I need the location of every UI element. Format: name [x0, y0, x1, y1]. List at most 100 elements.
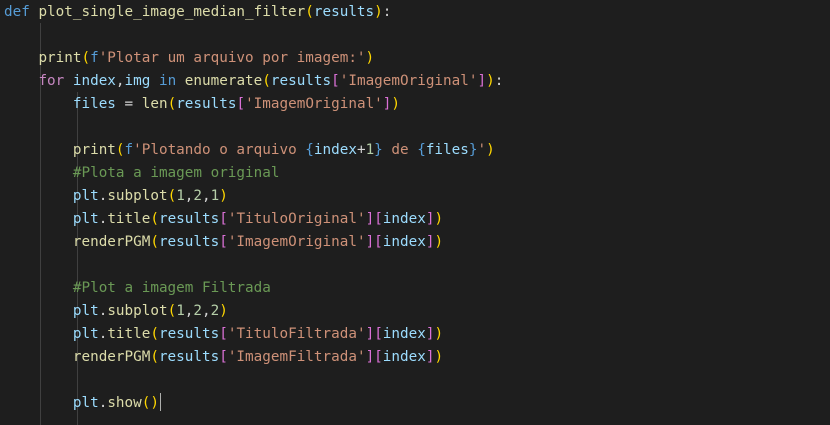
code-token: results: [176, 96, 237, 112]
code-token: 'Plotando o arquivo: [133, 142, 306, 158]
code-token: ): [374, 4, 383, 20]
code-token: results: [158, 326, 220, 342]
code-token: (: [150, 349, 159, 365]
code-token: plt: [72, 303, 99, 319]
code-token: results: [313, 4, 375, 20]
code-token: results: [158, 349, 220, 365]
code-token: (: [305, 4, 314, 20]
code-line-5[interactable]: files = len(results['ImagemOriginal']): [4, 93, 400, 116]
code-token: ): [365, 50, 375, 66]
code-token: #Plot a imagem Filtrada: [72, 280, 271, 296]
code-line-15[interactable]: plt.title(results['TituloFiltrada'][inde…: [4, 323, 443, 346]
code-token: index: [382, 349, 426, 365]
code-line-8[interactable]: #Plota a imagem original: [4, 162, 280, 185]
text-cursor: [160, 393, 161, 411]
code-token: img: [124, 73, 151, 89]
code-token: ]: [365, 211, 375, 227]
code-token: 1: [176, 188, 185, 204]
code-token: [: [236, 96, 246, 112]
code-token: [: [219, 349, 228, 365]
code-token: (: [150, 326, 159, 342]
code-token: ]: [477, 73, 487, 89]
code-token: (: [167, 188, 177, 204]
code-token: =: [115, 96, 142, 112]
code-token: index: [72, 73, 116, 89]
code-token: ): [434, 326, 444, 342]
code-token: 'ImagemOriginal': [339, 73, 478, 89]
code-token: def: [4, 4, 30, 20]
code-token: [: [219, 211, 228, 227]
code-token: results: [158, 211, 220, 227]
code-token: ): [219, 188, 228, 204]
code-line-10[interactable]: plt.title(results['TituloOriginal'][inde…: [4, 208, 443, 231]
code-token: #Plota a imagem original: [72, 165, 280, 181]
code-line-16[interactable]: renderPGM(results['ImagemFiltrada'][inde…: [4, 346, 443, 369]
code-token: plot_single_image_median_filter: [38, 4, 306, 20]
code-token: len: [141, 96, 168, 112]
code-token: index: [382, 211, 426, 227]
code-token: print: [38, 50, 82, 66]
code-token: index: [313, 142, 357, 158]
code-token: f: [124, 142, 134, 158]
code-token: [: [374, 234, 383, 250]
code-token: ]: [365, 326, 375, 342]
code-line-9[interactable]: plt.subplot(1,2,1): [4, 185, 228, 208]
code-token: (: [167, 303, 177, 319]
code-token: ,: [202, 303, 211, 319]
code-token: 2: [210, 303, 220, 319]
code-token: plt: [72, 211, 99, 227]
code-line-7[interactable]: print(f'Plotando o arquivo {index+1} de …: [4, 139, 495, 162]
code-line-18[interactable]: plt.show(): [4, 392, 159, 415]
code-token: ,: [202, 188, 211, 204]
code-token: 'TituloFiltrada': [227, 326, 366, 342]
code-token: files: [72, 96, 116, 112]
code-token: 1: [176, 303, 185, 319]
code-token: 'Plotar um arquivo por imagem:': [98, 50, 366, 66]
code-token: ): [434, 211, 444, 227]
code-token: files: [425, 142, 469, 158]
code-token: [: [374, 326, 383, 342]
code-line-1[interactable]: def plot_single_image_median_filter(resu…: [4, 1, 391, 24]
code-token: show: [107, 395, 142, 411]
code-line-4[interactable]: for index,img in enumerate(results['Imag…: [4, 70, 503, 93]
code-token: plt: [72, 395, 99, 411]
code-token: (: [262, 73, 271, 89]
code-token: ): [486, 73, 495, 89]
code-line-3[interactable]: print(f'Plotar um arquivo por imagem:'): [4, 47, 374, 70]
code-token: de: [382, 142, 418, 158]
code-token: {: [305, 142, 314, 158]
code-token: ): [434, 234, 444, 250]
code-line-14[interactable]: plt.subplot(1,2,2): [4, 300, 228, 323]
code-line-13[interactable]: #Plot a imagem Filtrada: [4, 277, 271, 300]
code-token: [: [219, 326, 228, 342]
code-token: 1: [365, 142, 375, 158]
code-token: :: [382, 4, 392, 20]
code-line-11[interactable]: renderPGM(results['ImagemOriginal'][inde…: [4, 231, 443, 254]
code-token: results: [158, 234, 220, 250]
code-editor[interactable]: def plot_single_image_median_filter(resu…: [0, 0, 830, 425]
code-token: ): [486, 142, 495, 158]
code-token: (: [115, 142, 125, 158]
code-token: ): [150, 395, 159, 411]
code-token: title: [107, 326, 151, 342]
code-token: results: [270, 73, 332, 89]
code-token: (: [150, 234, 159, 250]
code-token: 2: [193, 303, 203, 319]
code-token: in: [158, 73, 177, 89]
code-token: enumerate: [184, 73, 263, 89]
code-token: [: [219, 234, 228, 250]
code-token: ): [219, 303, 228, 319]
code-token: subplot: [107, 303, 168, 319]
code-token: 'ImagemOriginal': [245, 96, 383, 112]
code-token: :: [494, 73, 504, 89]
